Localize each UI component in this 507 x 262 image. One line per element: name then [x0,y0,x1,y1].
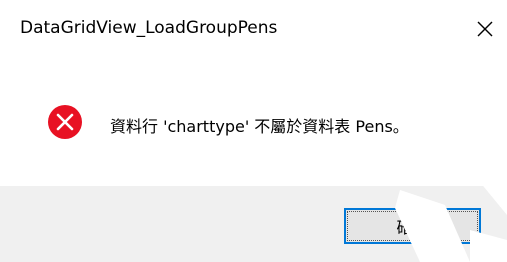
button-bar: 確定 [0,186,507,262]
ok-button-label: 確定 [396,218,429,237]
dialog-body: 資料行 'charttype' 不屬於資料表 Pens。 [0,58,507,186]
ok-button[interactable]: 確定 [344,208,481,244]
error-icon [47,104,83,140]
window-title: DataGridView_LoadGroupPens [20,18,278,38]
close-icon [477,21,493,37]
close-button[interactable] [466,12,504,46]
error-message: 資料行 'charttype' 不屬於資料表 Pens。 [110,117,409,136]
title-bar: DataGridView_LoadGroupPens [0,0,507,58]
message-dialog: DataGridView_LoadGroupPens 資料行 'charttyp… [0,0,507,262]
